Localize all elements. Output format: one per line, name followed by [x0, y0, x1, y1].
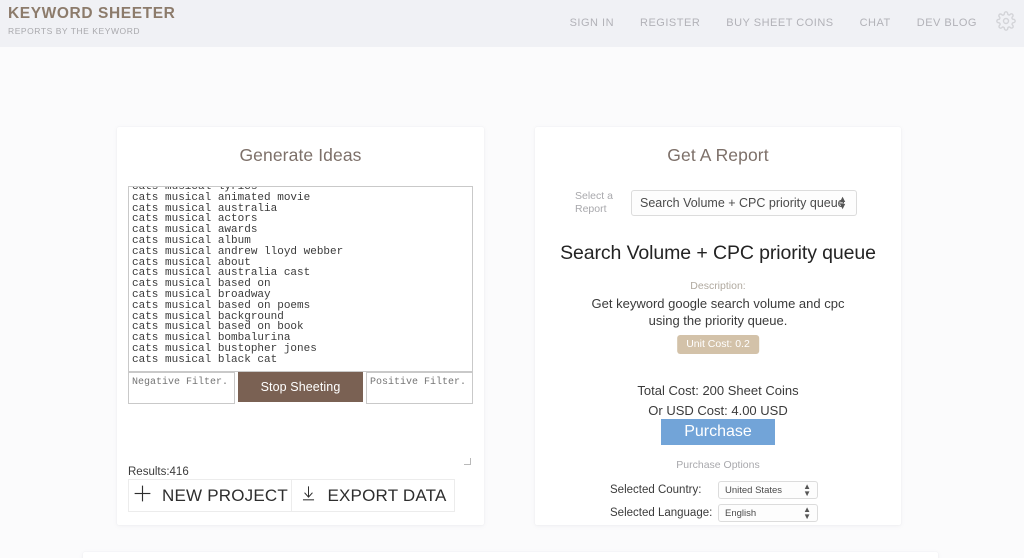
get-a-report-card: Get A Report Select a Report Search Volu… — [535, 127, 901, 525]
textarea-resize-handle[interactable] — [464, 458, 471, 465]
nav-links: SIGN IN REGISTER BUY SHEET COINS CHAT DE… — [557, 0, 1024, 31]
new-project-label: NEW PROJECT — [162, 485, 288, 505]
report-type-selected-value: Search Volume + CPC priority queue — [640, 196, 845, 210]
nav-sign-in[interactable]: SIGN IN — [557, 17, 627, 29]
nav-buy-sheet-coins[interactable]: BUY SHEET COINS — [713, 17, 846, 29]
language-selected-value: English — [725, 507, 757, 519]
keyword-line: cats musical black cat — [132, 353, 278, 366]
positive-filter-input[interactable] — [366, 372, 473, 404]
export-data-button[interactable]: EXPORT DATA — [291, 479, 455, 512]
purchase-button[interactable]: Purchase — [661, 419, 775, 445]
language-select[interactable]: English ▲ ▼ — [718, 504, 818, 522]
nav-chat[interactable]: CHAT — [847, 17, 904, 29]
description-body: Get keyword google search volume and cpc… — [535, 295, 901, 329]
purchase-options-title: Purchase Options — [676, 459, 760, 471]
gear-icon[interactable] — [996, 11, 1016, 31]
unit-cost-badge: Unit Cost: 0.2 — [677, 335, 759, 354]
keyword-line: cats musical animated movie — [132, 191, 311, 204]
report-heading: Search Volume + CPC priority queue — [560, 242, 876, 264]
top-navigation-bar: KEYWORD SHEETER REPORTS BY THE KEYWORD S… — [0, 0, 1024, 47]
select-report-label: Select a Report — [575, 190, 613, 215]
keyword-line: cats musical andrew lloyd webber — [132, 245, 344, 258]
report-type-select[interactable]: Search Volume + CPC priority queue ▲ ▼ — [631, 190, 857, 216]
keyword-results-textarea[interactable]: cats musical lyrics cats musical animated… — [128, 186, 473, 372]
results-count: Results:416 — [128, 466, 189, 478]
country-select[interactable]: United States ▲ ▼ — [718, 481, 818, 499]
generate-ideas-card: Generate Ideas cats musical lyrics cats m… — [117, 127, 484, 525]
keyword-table-card: Keyword Table — [83, 552, 938, 558]
project-action-buttons: NEW PROJECT EXPORT DATA — [128, 479, 455, 512]
generate-ideas-title: Generate Ideas — [239, 145, 362, 165]
keyword-table-title: Keyword Table — [83, 552, 938, 558]
brand-subtitle: REPORTS BY THE KEYWORD — [8, 25, 141, 36]
new-project-button[interactable]: NEW PROJECT — [128, 479, 291, 512]
chevron-updown-icon: ▲ ▼ — [803, 505, 811, 521]
selected-language-label: Selected Language: — [610, 507, 713, 519]
selected-language-row: Selected Language: English ▲ ▼ — [610, 504, 840, 522]
keyword-line: cats musical based on poems — [132, 299, 311, 312]
total-cost-text: Total Cost: 200 Sheet Coins — [637, 383, 799, 398]
usd-cost-text: Or USD Cost: 4.00 USD — [648, 403, 788, 418]
download-arrow-icon — [299, 484, 318, 508]
get-a-report-title: Get A Report — [667, 145, 769, 165]
plus-icon — [132, 483, 153, 509]
export-data-label: EXPORT DATA — [327, 485, 447, 505]
description-line-1: Get keyword google search volume and cpc — [591, 296, 845, 311]
selected-country-row: Selected Country: United States ▲ ▼ — [610, 481, 840, 499]
description-label: Description: — [690, 280, 746, 292]
chevron-updown-icon: ▲ ▼ — [803, 482, 811, 498]
stop-sheeting-button[interactable]: Stop Sheeting — [238, 372, 363, 402]
filter-controls-row: Stop Sheeting — [128, 372, 473, 404]
selected-country-label: Selected Country: — [610, 484, 702, 496]
report-select-row: Select a Report Search Volume + CPC prio… — [575, 190, 865, 216]
nav-dev-blog[interactable]: DEV BLOG — [904, 17, 990, 29]
chevron-updown-icon: ▲ ▼ — [838, 194, 847, 211]
description-line-2: using the priority queue. — [648, 313, 788, 328]
brand-logo[interactable]: KEYWORD SHEETER REPORTS BY THE KEYWORD — [0, 0, 175, 35]
negative-filter-input[interactable] — [128, 372, 235, 404]
nav-register[interactable]: REGISTER — [627, 17, 713, 29]
brand-title: KEYWORD SHEETER — [8, 5, 176, 22]
country-selected-value: United States — [725, 484, 783, 496]
